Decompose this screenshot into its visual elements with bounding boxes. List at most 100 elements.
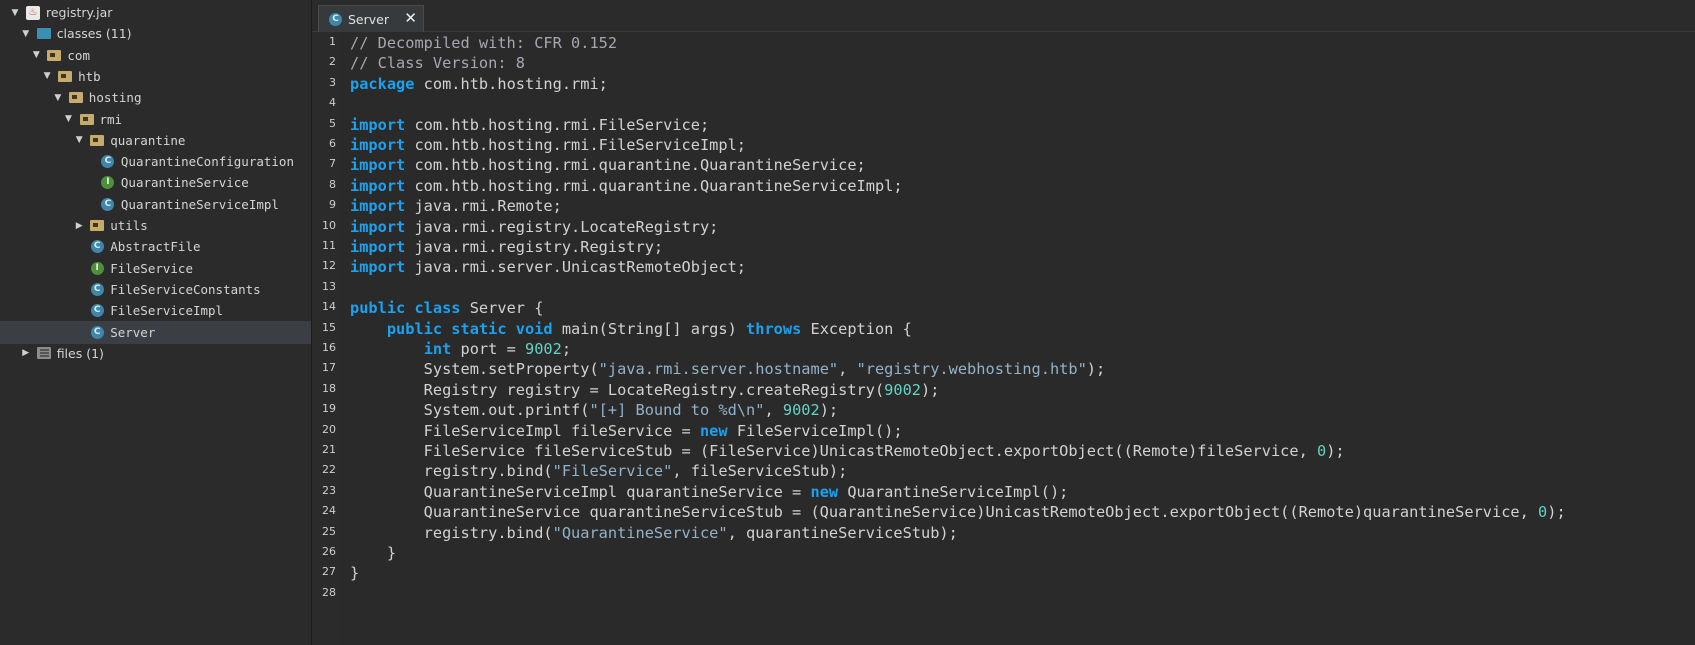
line-number: 3 bbox=[329, 75, 336, 89]
tree-item[interactable]: ▼ classes (11) bbox=[0, 22, 311, 45]
code-line[interactable]: import com.htb.hosting.rmi.FileService; bbox=[340, 114, 1695, 136]
code-line[interactable]: public static void main(String[] args) t… bbox=[340, 318, 1695, 340]
code-line[interactable]: import com.htb.hosting.rmi.quarantine.Qu… bbox=[340, 154, 1695, 176]
code-token: System.setProperty( bbox=[350, 360, 599, 379]
tree-item[interactable]: ▶CAbstractFile bbox=[0, 235, 311, 258]
tree-item[interactable]: ▼ htb bbox=[0, 65, 311, 88]
code-line[interactable]: QuarantineService quarantineServiceStub … bbox=[340, 501, 1695, 523]
tree-item-label: classes (11) bbox=[56, 26, 132, 42]
code-token: } bbox=[350, 564, 360, 583]
code-token: , fileServiceStub); bbox=[672, 462, 848, 481]
code-line[interactable]: registry.bind("QuarantineService", quara… bbox=[340, 522, 1695, 544]
class-icon: C bbox=[90, 240, 104, 254]
code-token: import bbox=[350, 176, 406, 195]
tree-item[interactable]: ▶CQuarantineServiceImpl bbox=[0, 193, 311, 216]
code-line[interactable]: import com.htb.hosting.rmi.quarantine.Qu… bbox=[340, 175, 1695, 197]
tree-item[interactable]: ▶CQuarantineConfiguration bbox=[0, 150, 311, 173]
code-token: import bbox=[350, 238, 406, 256]
code-line[interactable]: } bbox=[340, 542, 1695, 564]
code-token: 0 bbox=[1538, 503, 1548, 522]
code-token: com.htb.hosting.rmi; bbox=[414, 74, 608, 93]
code-line[interactable]: import java.rmi.registry.Registry; bbox=[340, 236, 1695, 258]
code-line[interactable]: System.setProperty("java.rmi.server.host… bbox=[340, 358, 1695, 380]
code-token: ); bbox=[921, 380, 940, 399]
class-icon: C bbox=[90, 304, 104, 318]
code-editor[interactable]: 1 2 3 4 5 6 7 8 9 10 11 12 13 14 15 16 17 18 19 20 21 22 23 24 2… bbox=[312, 32, 1695, 645]
tree-item[interactable]: ▼ rmi bbox=[0, 108, 311, 131]
code-area[interactable]: // Decompiled with: CFR 0.152 // Class Ve… bbox=[340, 32, 1695, 645]
chevron-down-icon[interactable]: ▼ bbox=[10, 8, 20, 18]
code-line[interactable]: import com.htb.hosting.rmi.FileServiceIm… bbox=[340, 134, 1695, 156]
code-token: Server { bbox=[460, 299, 544, 318]
tree-item[interactable]: ▶IFileService bbox=[0, 257, 311, 280]
line-number: 10 bbox=[322, 218, 336, 232]
tree-item[interactable]: ▼ quarantine bbox=[0, 129, 311, 152]
code-line[interactable]: // Decompiled with: CFR 0.152 bbox=[340, 32, 1695, 54]
code-line[interactable]: // Class Version: 8 bbox=[340, 52, 1695, 74]
tree-item[interactable]: ▶CFileServiceImpl bbox=[0, 299, 311, 322]
project-tree[interactable]: ▼ ♨ registry.jar ▼ classes (11) ▼ com ▼ htb ▼ host… bbox=[0, 0, 312, 645]
tree-item-label: FileServiceConstants bbox=[110, 281, 261, 297]
tree-item[interactable]: ▶CFileServiceConstants bbox=[0, 278, 311, 301]
code-line[interactable]: import java.rmi.Remote; bbox=[340, 195, 1695, 217]
code-line[interactable] bbox=[340, 93, 1695, 115]
code-line[interactable]: } bbox=[340, 562, 1695, 584]
code-token: com.htb.hosting.rmi.FileServiceImpl; bbox=[405, 136, 747, 154]
line-number: 9 bbox=[329, 198, 336, 212]
code-line[interactable]: System.out.printf("[+] Bound to %d\n", 9… bbox=[340, 399, 1695, 421]
tree-item[interactable]: ▼ ♨ registry.jar bbox=[0, 1, 311, 24]
tree-item[interactable]: ▼ hosting bbox=[0, 86, 311, 109]
code-line[interactable]: public class Server { bbox=[340, 297, 1695, 319]
code-line[interactable]: registry.bind("FileService", fileService… bbox=[340, 460, 1695, 482]
code-token: "QuarantineService" bbox=[552, 523, 728, 542]
code-line[interactable] bbox=[340, 583, 1695, 605]
code-token: java.rmi.server.UnicastRemoteObject; bbox=[405, 258, 747, 277]
tab-server[interactable]: C Server ✕ bbox=[318, 5, 424, 32]
code-token: import bbox=[350, 136, 406, 154]
tree-item-label: Server bbox=[110, 324, 156, 340]
code-line[interactable]: Registry registry = LocateRegistry.creat… bbox=[340, 379, 1695, 401]
package-folder-icon bbox=[47, 48, 62, 62]
line-number: 21 bbox=[322, 443, 336, 456]
code-token: com.htb.hosting.rmi.quarantine.Quarantin… bbox=[405, 156, 866, 175]
code-line[interactable]: import java.rmi.registry.LocateRegistry; bbox=[340, 216, 1695, 238]
code-token: ; bbox=[561, 340, 572, 358]
code-token: FileService fileServiceStub = (FileServi… bbox=[350, 442, 1317, 460]
code-token: QuarantineService quarantineServiceStub … bbox=[350, 503, 1539, 522]
code-token: System.out.printf( bbox=[350, 401, 590, 420]
code-token: QuarantineServiceImpl(); bbox=[838, 482, 1069, 501]
close-icon[interactable]: ✕ bbox=[404, 9, 417, 27]
code-line[interactable]: import java.rmi.server.UnicastRemoteObje… bbox=[340, 256, 1695, 278]
chevron-down-icon[interactable]: ▼ bbox=[31, 50, 41, 60]
tree-item[interactable]: ▶CServer bbox=[0, 320, 311, 344]
chevron-right-icon[interactable]: ▶ bbox=[74, 221, 84, 231]
code-token: 9002 bbox=[782, 401, 820, 420]
code-token: import bbox=[350, 258, 406, 277]
files-icon bbox=[36, 346, 51, 360]
editor-tab-bar: C Server ✕ bbox=[312, 0, 1695, 32]
tree-item[interactable]: ▶ utils bbox=[0, 214, 311, 237]
package-folder-icon bbox=[58, 69, 73, 83]
tree-item-label: files (1) bbox=[56, 345, 104, 361]
tree-item-label: FileService bbox=[110, 260, 193, 276]
code-line[interactable]: QuarantineServiceImpl quarantineService … bbox=[340, 481, 1695, 503]
line-number: 11 bbox=[322, 239, 336, 252]
code-line[interactable] bbox=[340, 277, 1695, 299]
code-line[interactable]: FileService fileServiceStub = (FileServi… bbox=[340, 440, 1695, 462]
package-folder-icon bbox=[90, 133, 105, 147]
tree-item-label: AbstractFile bbox=[110, 239, 201, 255]
chevron-down-icon[interactable]: ▼ bbox=[64, 114, 74, 124]
tree-item[interactable]: ▶ files (1) bbox=[0, 342, 311, 365]
code-line[interactable]: FileServiceImpl fileService = new FileSe… bbox=[340, 420, 1695, 442]
chevron-down-icon[interactable]: ▼ bbox=[53, 93, 63, 103]
chevron-down-icon[interactable]: ▼ bbox=[74, 135, 84, 145]
chevron-down-icon[interactable]: ▼ bbox=[42, 71, 52, 81]
code-line[interactable]: int port = 9002; bbox=[340, 338, 1695, 360]
code-line[interactable]: package com.htb.hosting.rmi; bbox=[340, 73, 1695, 95]
tree-item[interactable]: ▼ com bbox=[0, 44, 311, 67]
tree-item[interactable]: ▶IQuarantineService bbox=[0, 171, 311, 194]
chevron-down-icon[interactable]: ▼ bbox=[21, 29, 31, 39]
chevron-right-icon[interactable]: ▶ bbox=[21, 348, 31, 358]
code-token: // Decompiled with: CFR 0.152 bbox=[350, 34, 618, 52]
